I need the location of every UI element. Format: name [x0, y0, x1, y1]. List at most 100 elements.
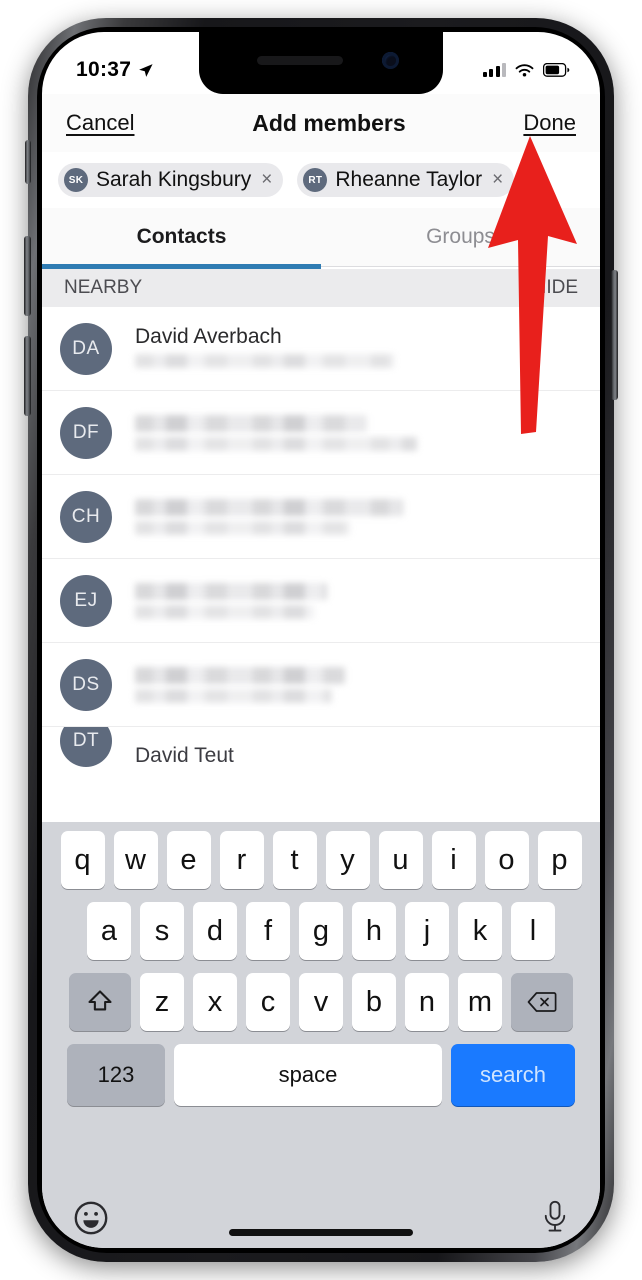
volume-up-button[interactable] [24, 236, 31, 316]
section-title: NEARBY [64, 277, 143, 298]
key-i[interactable]: i [431, 831, 476, 889]
cellular-signal-icon [482, 63, 506, 77]
tab-groups-label: Groups [426, 225, 495, 248]
shift-key[interactable] [69, 973, 131, 1031]
contact-name: David Teut [135, 744, 234, 767]
key-a[interactable]: a [87, 902, 131, 960]
close-icon[interactable]: × [261, 169, 272, 191]
avatar: DS [60, 658, 112, 711]
member-chip[interactable]: RT Rheanne Taylor × [297, 163, 515, 197]
key-e[interactable]: e [166, 831, 211, 889]
contact-name-redacted [135, 498, 404, 516]
list-item-text: David Averbach [135, 325, 582, 373]
key-v[interactable]: v [299, 973, 343, 1031]
key-p[interactable]: p [537, 831, 582, 889]
avatar: SK [64, 168, 88, 192]
key-q[interactable]: q [60, 831, 105, 889]
list-item[interactable]: EJ [42, 559, 600, 643]
volume-down-button[interactable] [24, 336, 31, 416]
key-o[interactable]: o [484, 831, 529, 889]
contact-name-redacted [135, 582, 328, 600]
list-item-text [135, 662, 582, 708]
hide-section-button[interactable]: HIDE [533, 277, 578, 299]
search-key[interactable]: search [451, 1044, 575, 1106]
key-n[interactable]: n [405, 973, 449, 1031]
numbers-key[interactable]: 123 [67, 1044, 165, 1106]
key-m[interactable]: m [458, 973, 502, 1031]
contact-name: David Averbach [135, 324, 282, 348]
avatar: RT [303, 168, 328, 192]
contact-subtitle-redacted [135, 520, 350, 535]
key-l[interactable]: l [511, 902, 555, 960]
list-item-text: David Teut [135, 735, 582, 767]
shift-arrow-icon [88, 990, 112, 1011]
contacts-list[interactable]: DA David Averbach DF CH EJ DS DT David T… [42, 307, 600, 822]
tab-contacts-label: Contacts [136, 225, 227, 248]
location-arrow-icon [139, 63, 153, 77]
keyboard-row-4: 123 space search [42, 1044, 600, 1106]
contact-name-redacted [135, 666, 346, 684]
key-t[interactable]: t [272, 831, 317, 889]
cancel-button[interactable]: Cancel [66, 110, 134, 136]
contact-subtitle-redacted [135, 688, 332, 703]
key-g[interactable]: g [299, 902, 343, 960]
front-camera-icon [382, 52, 399, 69]
earpiece-speaker-icon [257, 56, 343, 65]
wifi-icon [515, 63, 534, 76]
keyboard-row-2: a s d f g h j k l [42, 902, 600, 960]
avatar: DT [60, 727, 112, 767]
list-item[interactable]: DA David Averbach [42, 307, 600, 391]
member-chip[interactable]: SK Sarah Kingsbury × [58, 163, 284, 197]
contact-subtitle-redacted [135, 604, 314, 619]
key-w[interactable]: w [113, 831, 158, 889]
contact-subtitle-redacted [135, 436, 417, 451]
key-k[interactable]: k [458, 902, 502, 960]
list-item[interactable]: DT David Teut [42, 727, 600, 767]
key-r[interactable]: r [219, 831, 264, 889]
keyboard-bottom-bar [42, 1188, 600, 1248]
emoji-smiley-icon[interactable] [72, 1199, 110, 1237]
power-button[interactable] [611, 270, 618, 400]
close-icon[interactable]: × [492, 169, 503, 191]
microphone-icon[interactable] [540, 1199, 570, 1237]
avatar: DA [60, 322, 112, 375]
key-c[interactable]: c [246, 973, 290, 1031]
avatar: EJ [60, 574, 112, 627]
space-key[interactable]: space [174, 1044, 442, 1106]
on-screen-keyboard[interactable]: q w e r t y u i o p a s d f g h j k l z … [42, 822, 600, 1188]
selected-members-field[interactable]: SK Sarah Kingsbury × RT Rheanne Taylor ×… [42, 152, 600, 208]
keyboard-row-3: z x c v b n m [42, 973, 600, 1031]
key-d[interactable]: d [193, 902, 237, 960]
member-chip-overflow[interactable]: vi [528, 168, 543, 192]
key-u[interactable]: u [378, 831, 423, 889]
mute-switch-button[interactable] [25, 140, 31, 184]
member-chip-label: Sarah Kingsbury [96, 168, 252, 191]
tab-groups[interactable]: Groups [321, 208, 600, 266]
contact-name-redacted [135, 414, 368, 432]
backspace-delete-icon [527, 992, 557, 1012]
member-chip-label: Rheanne Taylor [335, 168, 483, 191]
key-j[interactable]: j [405, 902, 449, 960]
key-f[interactable]: f [246, 902, 290, 960]
status-clock: 10:37 [76, 58, 132, 81]
list-item[interactable]: CH [42, 475, 600, 559]
list-item[interactable]: DS [42, 643, 600, 727]
section-header-nearby: NEARBY HIDE [42, 269, 600, 307]
key-y[interactable]: y [325, 831, 370, 889]
key-h[interactable]: h [352, 902, 396, 960]
notch [199, 32, 443, 94]
list-item[interactable]: DF [42, 391, 600, 475]
home-indicator[interactable] [229, 1229, 413, 1236]
backspace-key[interactable] [511, 973, 573, 1031]
done-button[interactable]: Done [523, 110, 576, 136]
key-x[interactable]: x [193, 973, 237, 1031]
list-item-text [135, 578, 582, 624]
key-z[interactable]: z [140, 973, 184, 1031]
key-s[interactable]: s [140, 902, 184, 960]
tab-contacts[interactable]: Contacts [42, 208, 321, 266]
avatar: CH [60, 490, 112, 543]
page-title: Add members [252, 109, 406, 136]
contact-subtitle-redacted [135, 353, 395, 368]
key-b[interactable]: b [352, 973, 396, 1031]
navigation-bar: Cancel Add members Done [42, 94, 600, 152]
